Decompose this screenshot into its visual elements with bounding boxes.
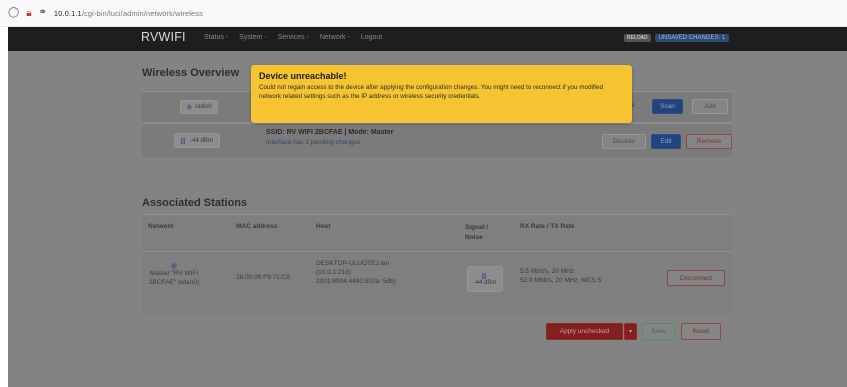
station-rates: 5.5 Mbit/s, 20 MHz 52.0 Mbit/s, 20 MHz, … bbox=[520, 268, 602, 284]
nav-system[interactable]: System - bbox=[239, 34, 267, 41]
signal-value: -44 dBm bbox=[190, 137, 213, 144]
shield-icon[interactable]: ◯ bbox=[8, 8, 19, 18]
apply-unchecked-button[interactable]: Apply unchecked bbox=[546, 323, 623, 340]
reload-badge: RELOAD bbox=[624, 34, 651, 42]
col-host: Host bbox=[316, 223, 331, 230]
station-mac: 28:00:06:F9:71:C8 bbox=[236, 274, 290, 281]
url-text[interactable]: 10.0.1.1/cgi-bin/luci/admin/network/wire… bbox=[54, 9, 203, 18]
interface-row: -44 dBm SSID: RV WIFI 2BCFAE | Mode: Mas… bbox=[142, 123, 732, 157]
wifi-icon: ◉ bbox=[186, 104, 193, 111]
alert-message: Could not regain access to the device af… bbox=[259, 84, 604, 100]
app-window: RVWIFI Status - System - Services - Netw… bbox=[8, 27, 847, 387]
station-signal-pill: -44 dBm bbox=[467, 266, 503, 292]
nav-logout[interactable]: Logout bbox=[361, 34, 382, 41]
signal-bars-icon bbox=[181, 137, 188, 144]
brand-logo[interactable]: RVWIFI bbox=[141, 30, 186, 44]
device-unreachable-alert: Device unreachable! Could not regain acc… bbox=[251, 65, 632, 123]
chevron-down-icon: ▾ bbox=[628, 329, 632, 335]
remove-button[interactable]: Remove bbox=[686, 134, 732, 149]
col-signal-noise: Signal / Noise bbox=[465, 224, 489, 241]
scan-button[interactable]: Scan bbox=[652, 99, 683, 114]
radio-label: radio0 bbox=[195, 104, 212, 110]
station-network: ◉ Master "RV WIFI 2BCFAE" (wlan0) bbox=[148, 261, 200, 286]
radio-pill: ◉ radio0 bbox=[180, 100, 218, 114]
signal-bars-icon bbox=[482, 272, 488, 279]
alert-title: Device unreachable! bbox=[259, 71, 347, 81]
wireless-overview-title: Wireless Overview bbox=[142, 67, 240, 79]
stations-table: Network MAC address Host Signal / Noise … bbox=[142, 214, 732, 314]
col-mac: MAC address bbox=[236, 223, 278, 230]
top-navbar: RVWIFI Status - System - Services - Netw… bbox=[8, 27, 847, 51]
nav-status[interactable]: Status - bbox=[204, 34, 228, 41]
nav-menu: Status - System - Services - Network - L… bbox=[204, 34, 382, 41]
nav-status-area: RELOAD UNSAVED CHANGES: 1 bbox=[624, 34, 730, 42]
unsaved-changes-badge[interactable]: UNSAVED CHANGES: 1 bbox=[654, 34, 730, 42]
browser-address-bar[interactable]: ◯ 🔒︎ ⚭ 10.0.1.1/cgi-bin/luci/admin/netwo… bbox=[0, 0, 847, 27]
save-button[interactable]: Save bbox=[642, 323, 675, 340]
signal-pill: -44 dBm bbox=[174, 133, 220, 148]
interface-info: SSID: RV WIFI 2BCFAE | Mode: Master Inte… bbox=[266, 129, 393, 146]
associated-stations-title: Associated Stations bbox=[142, 197, 248, 209]
ssid-mode-text: SSID: RV WIFI 2BCFAE | Mode: Master bbox=[266, 129, 394, 136]
edit-button[interactable]: Edit bbox=[651, 134, 681, 149]
lock-icon[interactable]: 🔒︎ bbox=[26, 8, 31, 19]
wifi-icon: ◉ bbox=[170, 261, 178, 270]
col-rates: RX Rate / TX Rate bbox=[520, 223, 575, 230]
pending-changes-text: Interface has 1 pending changes bbox=[266, 139, 361, 146]
main-content: Wireless Overview ◉ radio0 e Scan Add -4… bbox=[8, 51, 847, 387]
disconnect-button[interactable]: Disconnect bbox=[667, 270, 725, 286]
col-network: Network bbox=[148, 223, 174, 230]
table-row: ◉ Master "RV WIFI 2BCFAE" (wlan0) 28:00:… bbox=[142, 251, 732, 311]
station-host: DESKTOP-ULUOTEJ.lan (10.0.1.218) 2001:80… bbox=[316, 260, 396, 285]
nav-network[interactable]: Network - bbox=[320, 34, 350, 41]
reset-button[interactable]: Reset bbox=[681, 323, 721, 340]
apply-dropdown-toggle[interactable]: ▾ bbox=[624, 323, 637, 340]
key-icon: ⚭ bbox=[38, 7, 47, 18]
nav-services[interactable]: Services - bbox=[278, 34, 309, 41]
station-signal: -44 dBm bbox=[473, 279, 497, 286]
disable-button[interactable]: Disable bbox=[602, 134, 646, 149]
add-button[interactable]: Add bbox=[692, 99, 728, 114]
